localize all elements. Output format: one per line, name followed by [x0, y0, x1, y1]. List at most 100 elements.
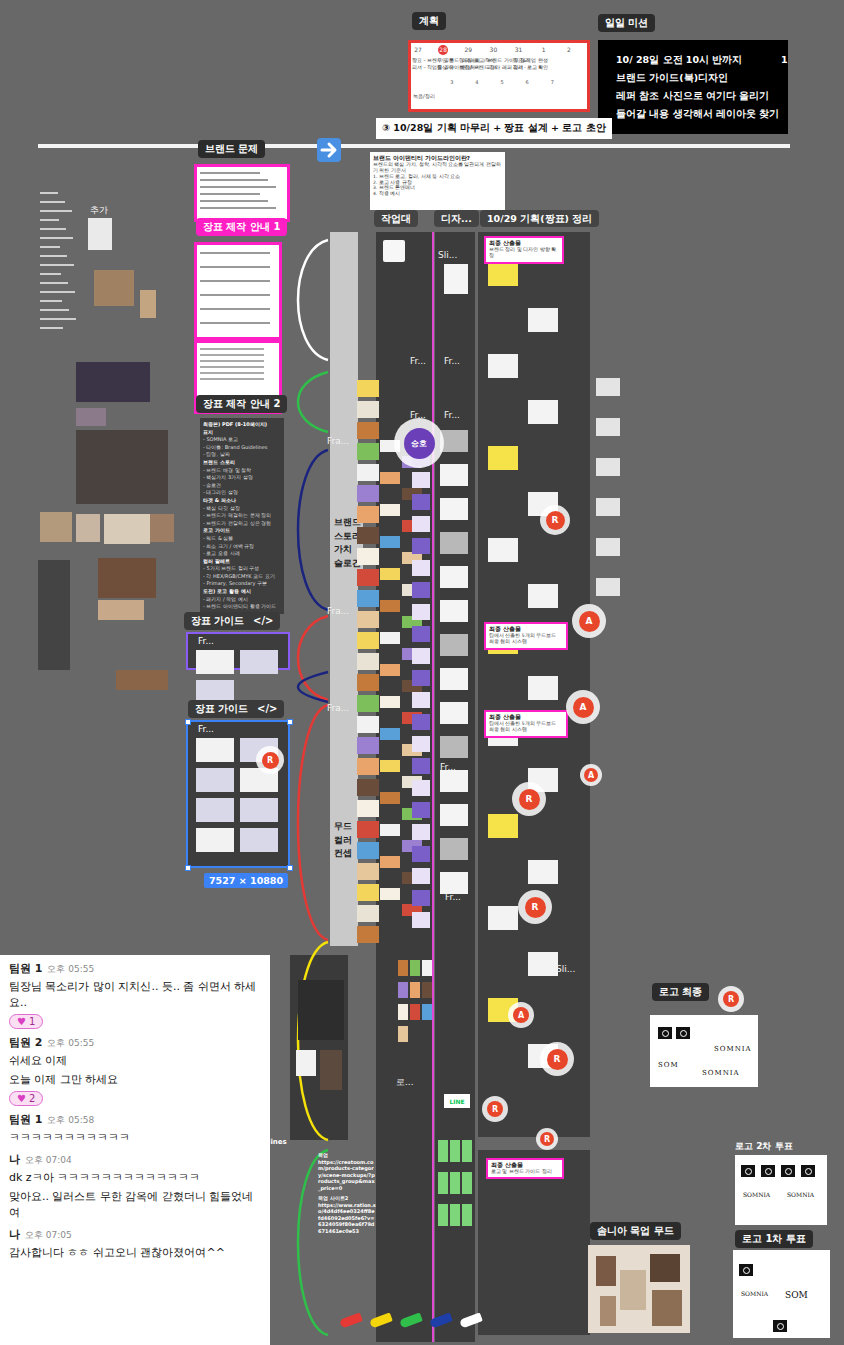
doc-line[interactable]: [200, 378, 264, 380]
photo-block[interactable]: [76, 408, 106, 426]
thumbnail[interactable]: [357, 779, 379, 796]
photo-block[interactable]: [76, 514, 100, 542]
frame-label[interactable]: Fr...: [444, 410, 460, 420]
avatar-badge[interactable]: A: [513, 1007, 529, 1023]
pen-tool[interactable]: [339, 1313, 363, 1329]
thumbnail[interactable]: [440, 838, 468, 860]
calendar-day[interactable]: 6: [526, 79, 536, 85]
thumbnail[interactable]: [380, 632, 400, 644]
document-thumbnail[interactable]: [528, 308, 558, 332]
frame-label[interactable]: Fra...: [327, 606, 349, 616]
thumbnail[interactable]: [438, 1140, 448, 1162]
photo-block[interactable]: [320, 1050, 342, 1090]
guide-doc[interactable]: [194, 242, 282, 340]
vote-card[interactable]: SOMNIASOM: [733, 1250, 830, 1338]
calendar-entry[interactable]: 녹음/정리: [413, 93, 435, 99]
thumbnail[interactable]: [412, 604, 430, 620]
thumbnail[interactable]: [240, 798, 278, 822]
thumbnail[interactable]: [412, 670, 430, 686]
doc-line[interactable]: [200, 348, 264, 350]
avatar-badge[interactable]: R: [519, 789, 540, 810]
list-line[interactable]: [40, 327, 63, 329]
calendar-entry[interactable]: 매칭 로고/작식: [462, 58, 485, 64]
frame-label[interactable]: Fr...: [410, 356, 426, 366]
code-button[interactable]: </>: [246, 612, 280, 630]
thumbnail[interactable]: [410, 960, 420, 976]
list-line[interactable]: [40, 255, 67, 257]
doc-line[interactable]: [200, 322, 270, 324]
doc-line[interactable]: [200, 266, 270, 268]
thumbnail[interactable]: [380, 696, 400, 708]
photo-block[interactable]: [140, 290, 156, 318]
calendar-entry[interactable]: 협상-브랜드 정리: [462, 65, 485, 71]
link-note[interactable]: 목업https://creatoom.com/products-category…: [318, 1152, 376, 1234]
thumbnail[interactable]: [412, 868, 430, 884]
list-line[interactable]: [40, 264, 74, 266]
thumbnail[interactable]: [380, 760, 400, 772]
avatar-badge[interactable]: A: [579, 611, 600, 632]
doc-line[interactable]: [200, 207, 276, 209]
doc-line[interactable]: [200, 186, 276, 188]
document-thumbnail[interactable]: [596, 538, 620, 556]
document-thumbnail[interactable]: [488, 262, 518, 286]
avatar[interactable]: A: [566, 690, 600, 724]
thumbnail[interactable]: [357, 800, 379, 817]
avatar-badge[interactable]: R: [540, 1132, 554, 1146]
thumbnail[interactable]: [357, 653, 379, 670]
avatar[interactable]: R: [718, 986, 744, 1012]
output-card[interactable]: 최종 산출물팀에서 산출한 5개의 무드보드최종 협의 시스템: [484, 622, 568, 650]
thumbnail[interactable]: [440, 600, 468, 622]
thumbnail[interactable]: [440, 804, 468, 826]
avatar[interactable]: A: [580, 764, 602, 786]
calendar-entry[interactable]: 협상-타이틀 정하기: [437, 65, 460, 71]
thumbnail[interactable]: [240, 650, 278, 674]
list-line[interactable]: [40, 309, 69, 311]
calendar-entry[interactable]: 짱표 – 브랜드 공부: [412, 58, 435, 64]
calendar-entry[interactable]: 피셔 - 레퍼 정리: [487, 65, 510, 71]
document-thumbnail[interactable]: [528, 952, 558, 976]
thumbnail[interactable]: [357, 758, 379, 775]
calendar-day[interactable]: 29: [463, 45, 473, 55]
column-label[interactable]: 10/29 기획(짱표) 정리: [480, 210, 599, 227]
code-button[interactable]: </>: [250, 700, 284, 718]
thumbnail[interactable]: [380, 856, 400, 868]
frame-label[interactable]: Fra...: [327, 436, 349, 446]
thumbnail[interactable]: [410, 1004, 420, 1020]
thumbnail[interactable]: [357, 443, 379, 460]
line-thumbnail[interactable]: LINE: [444, 1094, 470, 1108]
thumbnail[interactable]: [240, 828, 278, 852]
avatar[interactable]: 승호: [394, 418, 444, 468]
thumbnail[interactable]: [412, 736, 430, 752]
doc-thumbnail[interactable]: [296, 1050, 316, 1076]
thumbnail[interactable]: [357, 863, 379, 880]
thumbnail[interactable]: [412, 692, 430, 708]
frame-label[interactable]: Fr...: [198, 636, 214, 646]
list-line[interactable]: [40, 237, 73, 239]
thumbnail[interactable]: [380, 536, 400, 548]
avatar-badge[interactable]: A: [573, 697, 594, 718]
avatar-badge[interactable]: A: [584, 768, 598, 782]
doc-line[interactable]: [200, 200, 268, 202]
thumbnail[interactable]: [357, 401, 379, 418]
chat-panel[interactable]: 팀원 1오후 05:55팀장님 목소리가 많이 지치신.. 듯.. 좀 쉬면서 …: [0, 955, 270, 1345]
thumbnail[interactable]: [462, 1172, 472, 1194]
thumbnail[interactable]: [412, 846, 430, 862]
stage-title[interactable]: ③ 10/28일 기획 마무리 + 짱표 설계 + 로고 초안: [376, 118, 612, 139]
thumbnail[interactable]: [440, 770, 468, 792]
thumbnail[interactable]: [412, 494, 430, 510]
list-line[interactable]: [40, 192, 58, 194]
doc-line[interactable]: [200, 193, 260, 195]
thumbnail[interactable]: [412, 758, 430, 774]
avatar-badge[interactable]: R: [262, 752, 279, 769]
frame-label[interactable]: Fra...: [327, 703, 349, 713]
bracket[interactable]: [298, 672, 328, 702]
document-thumbnail[interactable]: [528, 400, 558, 424]
thumbnail[interactable]: [196, 650, 234, 674]
thumbnail[interactable]: [440, 498, 468, 520]
photo-block[interactable]: [600, 1296, 616, 1326]
thumbnail[interactable]: [410, 982, 420, 998]
bracket[interactable]: [298, 1150, 328, 1335]
list-line[interactable]: [40, 219, 59, 221]
frame-label[interactable]: Sli...: [438, 250, 457, 260]
thumbnail[interactable]: [357, 380, 379, 397]
